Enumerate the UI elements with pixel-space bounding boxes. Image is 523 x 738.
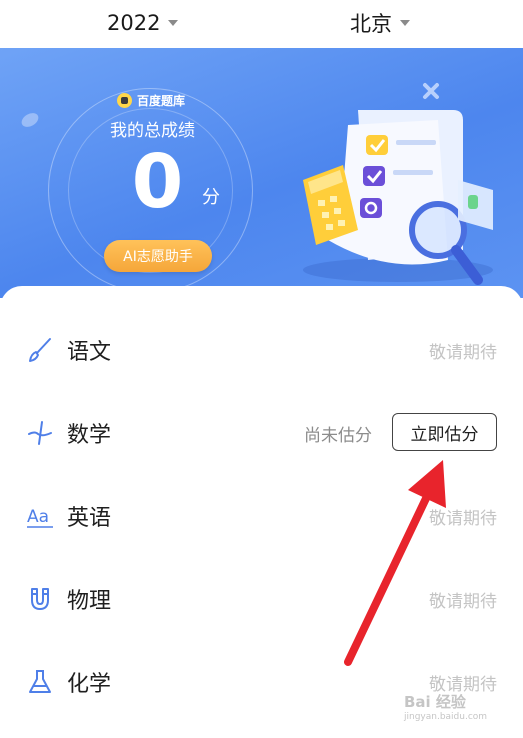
- city-selector[interactable]: 北京: [350, 8, 410, 38]
- brand: 百度题库: [117, 92, 185, 109]
- math-icon: [28, 421, 52, 445]
- top-bar: 2022 北京: [0, 0, 523, 48]
- brush-icon: [29, 338, 51, 362]
- subject-name: 语文: [67, 340, 112, 365]
- subject-status: 敬请期待: [429, 343, 497, 363]
- score-unit: 分: [202, 187, 220, 208]
- magnet-icon: [31, 588, 49, 610]
- aa-letters-icon: Aa: [27, 507, 53, 528]
- subject-name: 数学: [67, 423, 112, 448]
- subject-name: 英语: [67, 506, 112, 531]
- estimate-now-button[interactable]: 立即估分: [392, 413, 497, 451]
- total-score: 0: [131, 139, 184, 225]
- chevron-down-icon: [400, 20, 410, 26]
- baidu-tiku-logo-icon: [117, 93, 132, 108]
- brand-name: 百度题库: [137, 94, 186, 108]
- city-value: 北京: [350, 12, 392, 36]
- estimate-status: 尚未估分: [304, 426, 372, 446]
- subject-name: 物理: [67, 589, 112, 614]
- year-selector[interactable]: 2022: [107, 8, 179, 38]
- subject-status: 敬请期待: [429, 509, 497, 529]
- subject-row-math: 数学 尚未估分 立即估分: [0, 403, 523, 463]
- watermark-url: jingyan.baidu.com: [404, 712, 488, 722]
- subjects-card: 语文 敬请期待 数学 尚未估分 立即估分 Aa 英语 敬请期待 物理 敬请期待 …: [0, 286, 523, 738]
- ai-assistant-button[interactable]: AI志愿助手: [104, 240, 212, 272]
- subject-status: 敬请期待: [429, 592, 497, 612]
- year-value: 2022: [107, 11, 161, 35]
- subject-row-english[interactable]: Aa 英语 敬请期待: [0, 486, 523, 546]
- flask-icon: [29, 670, 51, 693]
- exam-illustration-icon: [303, 110, 493, 285]
- chevron-down-icon: [168, 20, 179, 26]
- subject-row-physics[interactable]: 物理 敬请期待: [0, 569, 523, 629]
- svg-text:Aa: Aa: [27, 507, 49, 527]
- subject-row-chinese[interactable]: 语文 敬请期待: [0, 320, 523, 380]
- subject-name: 化学: [67, 672, 112, 697]
- score-banner: 百度题库 我的总成绩 0 分 AI志愿助手: [0, 48, 523, 298]
- decor-disc-icon: [21, 113, 39, 127]
- watermark-text: Bai 经验: [404, 693, 466, 711]
